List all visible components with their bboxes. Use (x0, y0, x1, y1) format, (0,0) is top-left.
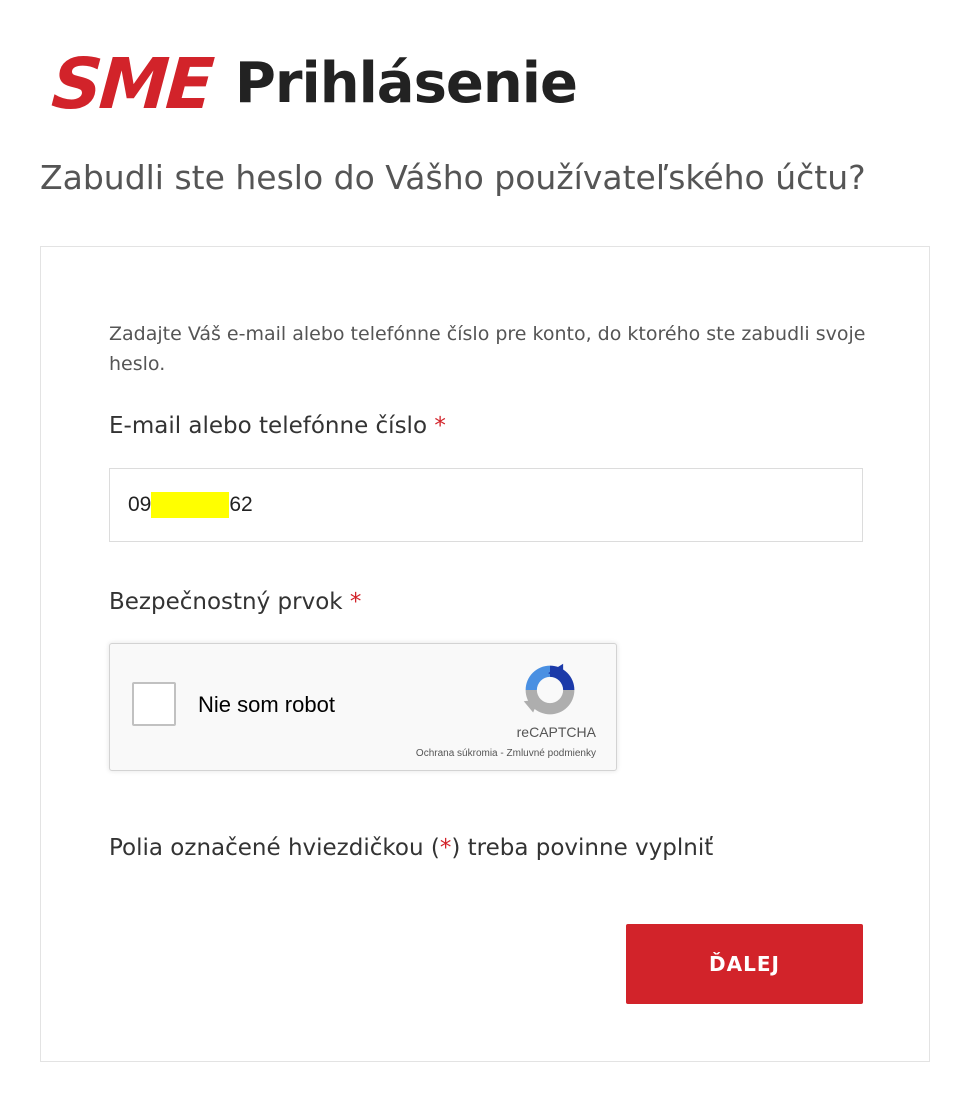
required-mark: * (434, 413, 446, 439)
header: SME Prihlásenie (49, 43, 578, 125)
email-value-suffix: 62 (229, 493, 253, 516)
required-note: Polia označené hviezdičkou (*) treba pov… (109, 835, 713, 861)
recaptcha-icon (523, 663, 575, 715)
sme-logo[interactable]: SME (49, 43, 214, 125)
intro-text: Zadajte Váš e-mail alebo telefónne číslo… (109, 323, 866, 375)
page-subtitle: Zabudli ste heslo do Vášho používateľské… (40, 158, 866, 197)
page: SME Prihlásenie Zabudli ste heslo do Váš… (0, 0, 970, 1094)
next-button[interactable]: ĎALEJ (626, 924, 863, 1004)
required-mark: * (349, 589, 362, 615)
email-label: E-mail alebo telefónne číslo * (109, 413, 446, 439)
recaptcha-checkbox-label: Nie som robot (198, 692, 335, 717)
recaptcha-brand: reCAPTCHA (516, 724, 596, 740)
redaction-mark (151, 492, 230, 518)
email-input[interactable]: 09 62 (109, 468, 863, 542)
recaptcha-checkbox[interactable] (132, 682, 176, 726)
header-title: Prihlásenie (234, 51, 578, 116)
required-note-suffix: ) treba povinne vyplniť (451, 835, 714, 861)
recaptcha-links[interactable]: Ochrana súkromia - Zmluvné podmienky (416, 748, 596, 759)
required-mark: * (439, 835, 452, 861)
recaptcha-widget: Nie som robot reCAPTCHA Ochrana súkromia… (109, 643, 617, 771)
captcha-label-text: Bezpečnostný prvok (109, 589, 343, 615)
captcha-label: Bezpečnostný prvok * (109, 589, 361, 615)
email-label-text: E-mail alebo telefónne číslo (109, 413, 428, 439)
required-note-prefix: Polia označené hviezdičkou ( (109, 835, 440, 861)
email-value-prefix: 09 (128, 493, 152, 516)
forgot-password-card: Zadajte Váš e-mail alebo telefónne číslo… (40, 246, 930, 1062)
